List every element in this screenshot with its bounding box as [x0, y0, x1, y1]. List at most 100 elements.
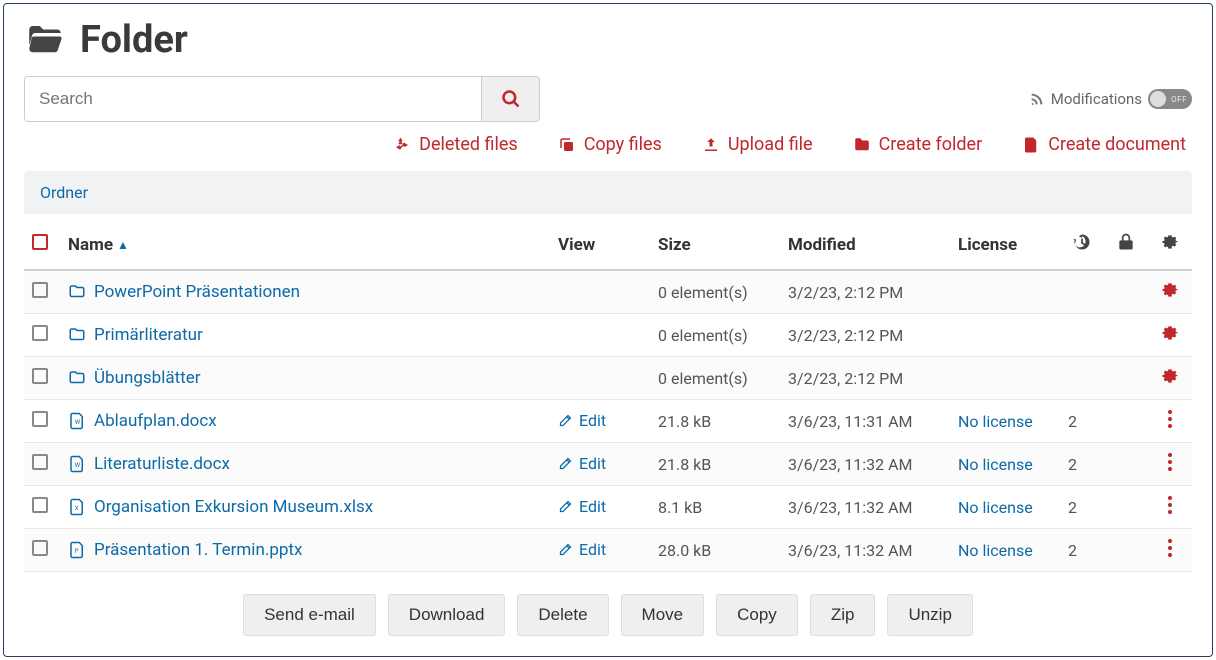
- search-icon: [501, 89, 521, 109]
- create-document-button[interactable]: Create document: [1022, 134, 1186, 155]
- license-link[interactable]: No license: [958, 498, 1033, 517]
- edit-link[interactable]: Edit: [558, 540, 606, 559]
- folder-icon: [853, 136, 871, 154]
- svg-text:X: X: [75, 505, 79, 512]
- col-header-lock: [1104, 214, 1148, 270]
- delete-button[interactable]: Delete: [517, 594, 608, 636]
- license-link[interactable]: No license: [958, 412, 1033, 431]
- more-dots-icon: [1167, 538, 1173, 558]
- table-row: X Organisation Exkursion Museum.xlsx Edit 8…: [24, 486, 1192, 529]
- breadcrumb[interactable]: Ordner: [24, 171, 1192, 214]
- document-icon: [1022, 136, 1040, 154]
- modified-cell: 3/2/23, 2:12 PM: [780, 357, 950, 400]
- table-row: WAblaufplan.docxEdit21.8 kB3/6/23, 11:31…: [24, 400, 1192, 443]
- col-header-view[interactable]: View: [550, 214, 650, 270]
- file-icon: P: [68, 541, 86, 559]
- edit-link[interactable]: Edit: [558, 497, 606, 516]
- unzip-button[interactable]: Unzip: [887, 594, 972, 636]
- file-name-link[interactable]: Primärliteratur: [94, 325, 203, 345]
- upload-icon: [702, 136, 720, 154]
- folder-open-icon: [24, 19, 66, 61]
- gear-icon: [1160, 232, 1180, 252]
- history-icon: [1072, 232, 1092, 252]
- size-cell: 0 element(s): [650, 357, 780, 400]
- row-checkbox[interactable]: [32, 497, 48, 513]
- row-more-button[interactable]: [1167, 500, 1173, 519]
- file-name-link[interactable]: Ablaufplan.docx: [94, 411, 217, 431]
- action-bar: Deleted files Copy files Upload file Cre…: [24, 134, 1192, 155]
- row-more-button[interactable]: [1167, 414, 1173, 433]
- modified-cell: 3/6/23, 11:32 AM: [780, 529, 950, 572]
- create-folder-button[interactable]: Create folder: [853, 134, 983, 155]
- row-more-button[interactable]: [1167, 543, 1173, 562]
- file-table: Name▲ View Size Modified License PowerPo…: [24, 214, 1192, 572]
- col-header-size[interactable]: Size: [650, 214, 780, 270]
- row-settings-button[interactable]: [1160, 371, 1180, 390]
- footer-actions: Send e-mail Download Delete Move Copy Zi…: [24, 594, 1192, 636]
- edit-link[interactable]: Edit: [558, 411, 606, 430]
- row-settings-button[interactable]: [1160, 328, 1180, 347]
- zip-button[interactable]: Zip: [810, 594, 876, 636]
- modified-cell: 3/2/23, 2:12 PM: [780, 270, 950, 314]
- size-cell: 0 element(s): [650, 270, 780, 314]
- select-all-checkbox[interactable]: [32, 234, 48, 250]
- license-link[interactable]: No license: [958, 455, 1033, 474]
- folder-icon: [68, 369, 86, 387]
- row-checkbox[interactable]: [32, 454, 48, 470]
- file-name-link[interactable]: Literaturliste.docx: [94, 454, 230, 474]
- edit-icon: [558, 542, 573, 557]
- copy-button[interactable]: Copy: [716, 594, 798, 636]
- history-cell: [1060, 357, 1104, 400]
- modifications-label: Modifications: [1051, 90, 1142, 108]
- file-name-link[interactable]: Organisation Exkursion Museum.xlsx: [94, 497, 373, 517]
- table-row: P Präsentation 1. Termin.pptx Edit 28.0 kB3…: [24, 529, 1192, 572]
- size-cell: 28.0 kB: [650, 529, 780, 572]
- edit-link[interactable]: Edit: [558, 454, 606, 473]
- row-checkbox[interactable]: [32, 282, 48, 298]
- row-checkbox[interactable]: [32, 325, 48, 341]
- deleted-files-button[interactable]: Deleted files: [393, 134, 518, 155]
- file-icon: W: [68, 412, 86, 430]
- modified-cell: 3/2/23, 2:12 PM: [780, 314, 950, 357]
- file-name-link[interactable]: Übungsblätter: [94, 368, 200, 388]
- row-more-button[interactable]: [1167, 457, 1173, 476]
- modified-cell: 3/6/23, 11:32 AM: [780, 443, 950, 486]
- file-name-link[interactable]: PowerPoint Präsentationen: [94, 282, 300, 302]
- lock-icon: [1116, 232, 1136, 252]
- rss-icon: [1029, 91, 1045, 107]
- modifications-toggle-group: Modifications OFF: [1029, 89, 1192, 109]
- more-dots-icon: [1167, 495, 1173, 515]
- size-cell: 8.1 kB: [650, 486, 780, 529]
- search-button[interactable]: [481, 77, 539, 121]
- more-dots-icon: [1167, 409, 1173, 429]
- row-checkbox[interactable]: [32, 411, 48, 427]
- upload-file-button[interactable]: Upload file: [702, 134, 813, 155]
- history-cell: [1060, 270, 1104, 314]
- col-header-license[interactable]: License: [950, 214, 1060, 270]
- row-checkbox[interactable]: [32, 540, 48, 556]
- copy-icon: [558, 136, 576, 154]
- search-input[interactable]: [25, 77, 481, 121]
- send-email-button[interactable]: Send e-mail: [243, 594, 376, 636]
- col-header-name[interactable]: Name▲: [60, 214, 550, 270]
- col-header-modified[interactable]: Modified: [780, 214, 950, 270]
- row-settings-button[interactable]: [1160, 285, 1180, 304]
- svg-text:P: P: [75, 548, 79, 555]
- modifications-toggle[interactable]: OFF: [1148, 89, 1192, 109]
- edit-icon: [558, 413, 573, 428]
- modified-cell: 3/6/23, 11:31 AM: [780, 400, 950, 443]
- file-name-link[interactable]: Präsentation 1. Termin.pptx: [94, 540, 302, 560]
- page-title: Folder: [80, 18, 188, 62]
- folder-icon: [68, 283, 86, 301]
- download-button[interactable]: Download: [388, 594, 506, 636]
- recycle-icon: [393, 136, 411, 154]
- move-button[interactable]: Move: [621, 594, 705, 636]
- license-link[interactable]: No license: [958, 541, 1033, 560]
- gear-icon: [1160, 366, 1180, 386]
- col-header-settings: [1148, 214, 1192, 270]
- row-checkbox[interactable]: [32, 368, 48, 384]
- modified-cell: 3/6/23, 11:32 AM: [780, 486, 950, 529]
- size-cell: 0 element(s): [650, 314, 780, 357]
- copy-files-button[interactable]: Copy files: [558, 134, 662, 155]
- file-icon: W: [68, 455, 86, 473]
